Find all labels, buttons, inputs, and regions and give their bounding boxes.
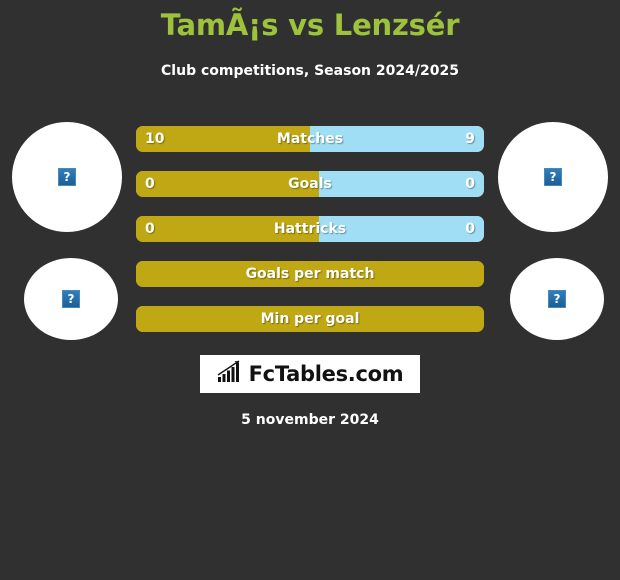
page-subtitle: Club competitions, Season 2024/2025 <box>161 63 459 79</box>
broken-image-icon: ? <box>544 168 562 186</box>
date-label: 5 november 2024 <box>241 412 379 428</box>
home-player-photo-top: ? <box>12 122 122 232</box>
logo-text: FcTables.com <box>248 362 404 386</box>
page-title: TamÃ¡s vs Lenzsér <box>160 8 460 42</box>
stat-row-goals-per-match: Goals per match <box>136 261 484 287</box>
stat-row-min-per-goal: Min per goal <box>136 306 484 332</box>
stat-value-away: 0 <box>465 176 475 192</box>
comparison-infographic: TamÃ¡s vs Lenzsér Club competitions, Sea… <box>0 0 620 580</box>
stat-label: Min per goal <box>260 311 360 327</box>
broken-image-icon: ? <box>548 290 566 308</box>
stat-row-matches: 10 Matches 9 <box>136 126 484 152</box>
stat-label: Goals per match <box>245 266 375 282</box>
stat-bars: 10 Matches 9 0 Goals 0 0 Hattricks 0 Goa… <box>136 126 484 332</box>
home-player-photo-bottom: ? <box>24 258 118 340</box>
stat-label: Goals <box>288 176 332 192</box>
stat-label: Matches <box>276 131 344 147</box>
broken-image-icon: ? <box>62 290 80 308</box>
stat-row-hattricks: 0 Hattricks 0 <box>136 216 484 242</box>
away-player-photo-top: ? <box>498 122 608 232</box>
stat-value-away: 0 <box>465 221 475 237</box>
stat-label: Hattricks <box>273 221 347 237</box>
site-logo[interactable]: FcTables.com <box>200 355 420 393</box>
stat-row-goals: 0 Goals 0 <box>136 171 484 197</box>
stat-value-away: 9 <box>465 131 475 147</box>
broken-image-icon: ? <box>58 168 76 186</box>
away-player-photo-bottom: ? <box>510 258 604 340</box>
bar-chart-growth-icon <box>217 359 243 389</box>
